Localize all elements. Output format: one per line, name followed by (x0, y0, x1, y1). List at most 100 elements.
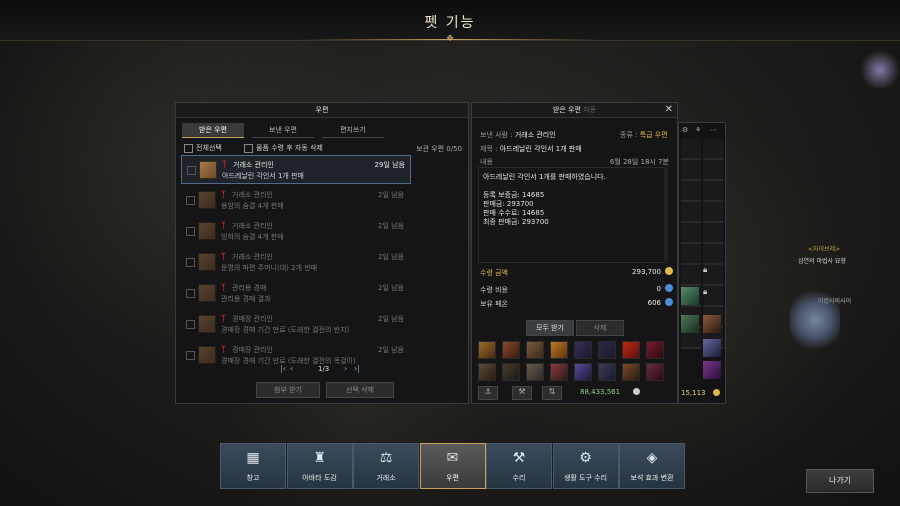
mail-sender: 거래소 관리인 (232, 191, 273, 199)
receive-cost-label: 수령 비용 (480, 286, 508, 294)
tab-write[interactable]: 편지쓰기 (322, 123, 384, 138)
mail-body-line: 아드레날린 각인서 1개를 판매하였습니다. (483, 173, 606, 181)
inventory-slot[interactable] (598, 363, 616, 381)
inventory-slot[interactable] (502, 341, 520, 359)
mail-list-item[interactable]: ᛉ 거래소 관리인 빙하의 숨결 4개 판매 2일 남음 (181, 217, 409, 244)
content-label: 내용 (480, 158, 493, 166)
select-all-checkbox[interactable]: 전체선택 (184, 143, 222, 153)
mail-subject: 아드레날린 각인서 1개 판매 (222, 172, 304, 180)
type-line: 종류 : 특급 우편 (620, 130, 668, 140)
mail-sender: 거래소 관리인 (232, 222, 273, 230)
exchange-button[interactable]: ⚖ 거래소 (353, 443, 419, 489)
mail-body-line: 판매 수수료: 14685 (483, 209, 545, 217)
inventory-slot[interactable] (703, 361, 721, 379)
checkbox-box[interactable] (244, 143, 253, 153)
next-page-icon[interactable]: › (344, 364, 347, 373)
inventory-slot[interactable] (681, 315, 699, 333)
hammer-icon[interactable]: ⚒ (512, 386, 532, 400)
tab-sent[interactable]: 보낸 우편 (252, 123, 314, 138)
type-label: 종류 : (620, 131, 638, 139)
mail-list-item[interactable]: ᛉ 거래소 관리인 용암의 숨결 4개 판매 2일 남음 (181, 186, 409, 213)
prev-page-icon[interactable]: ‹ (290, 364, 293, 373)
inventory-slot[interactable] (681, 287, 699, 305)
mail-item-checkbox[interactable] (186, 320, 195, 329)
mail-item-checkbox[interactable] (187, 166, 196, 175)
mail-item-checkbox[interactable] (186, 227, 195, 236)
avatar-icon: ♜ (313, 450, 326, 466)
storage-button[interactable]: ▦ 창고 (220, 443, 286, 489)
receive-attachments-button[interactable]: 첨부 받기 (256, 382, 320, 398)
inventory-slot[interactable] (478, 341, 496, 359)
inventory-slot[interactable] (646, 341, 664, 359)
nav-label: 거래소 (376, 474, 396, 482)
repair-button[interactable]: ⚒ 수리 (486, 443, 552, 489)
more-icon[interactable]: ⋯ (710, 126, 717, 134)
inventory-slot[interactable] (703, 339, 721, 357)
sender-label: 보낸 사람 : (480, 131, 513, 139)
unread-mark-icon: ᛉ (221, 221, 226, 230)
last-page-icon[interactable]: ›| (354, 364, 360, 373)
mail-list-item[interactable]: ᛉ 관리용 경매 관리용 경매 결과 2일 남음 (181, 279, 409, 306)
filter-icon[interactable]: ⚘ (695, 126, 701, 134)
lock-icon: 🔒︎ (703, 265, 708, 274)
mail-button[interactable]: ✉ 우편 (419, 443, 486, 489)
delete-selected-button[interactable]: 선택 삭제 (326, 382, 394, 398)
mail-days-left: 2일 남음 (378, 191, 404, 199)
delete-button[interactable]: 삭제 (576, 320, 624, 336)
auto-delete-label: 물품 수령 후 자동 삭제 (256, 144, 323, 152)
inventory-slot[interactable] (703, 315, 721, 333)
envelope-icon (198, 284, 216, 302)
lock-icon: 🔒︎ (703, 287, 708, 296)
nav-label: 생활 도구 수리 (563, 474, 608, 482)
mail-body-box: 아드레날린 각인서 1개를 판매하였습니다. 등록 보증금: 14685 판매금: … (478, 167, 668, 263)
inventory-slot[interactable] (574, 341, 592, 359)
mail-subject: 용암의 숨결 4개 판매 (221, 202, 284, 210)
mail-list-item[interactable]: ᛉ 경매장 관리인 경매장 경매 기간 만료 (도래한 결전의 목걸이) 2일 남음 (181, 341, 409, 368)
unread-mark-icon: ᛉ (222, 160, 227, 169)
inventory-slot[interactable] (622, 363, 640, 381)
receive-all-button[interactable]: 모두 받기 (526, 320, 574, 336)
inventory-slot[interactable] (550, 341, 568, 359)
inventory-slot[interactable] (646, 363, 664, 381)
inventory-slot[interactable] (598, 341, 616, 359)
first-page-icon[interactable]: |‹ (280, 364, 286, 373)
mail-subject: 빙하의 숨결 4개 판매 (221, 233, 284, 241)
mail-subject: 관리용 경매 결과 (221, 295, 271, 303)
inventory-slot[interactable] (502, 363, 520, 381)
world-creature (860, 50, 900, 90)
mail-days-left: 2일 남음 (378, 284, 404, 292)
mail-item-checkbox[interactable] (186, 258, 195, 267)
mail-list-item[interactable]: ᛉ 거래소 관리인 운명의 파편 주머니(대) 2개 판매 2일 남음 (181, 248, 409, 275)
anchor-icon[interactable]: ⚓ (478, 386, 498, 400)
close-icon[interactable]: ✕ (665, 104, 673, 115)
mail-item-checkbox[interactable] (186, 351, 195, 360)
mail-item-checkbox[interactable] (186, 196, 195, 205)
inventory-slot[interactable] (478, 363, 496, 381)
nav-label: 아바타 도감 (302, 474, 337, 482)
page-indicator: 1/3 (318, 365, 330, 373)
auto-delete-checkbox[interactable]: 물품 수령 후 자동 삭제 (244, 143, 323, 153)
exit-button[interactable]: 나가기 (806, 469, 874, 493)
envelope-icon (198, 222, 216, 240)
inventory-slot[interactable] (526, 363, 544, 381)
envelope-icon (198, 191, 216, 209)
gem-effect-convert-button[interactable]: ◈ 보석 효과 변환 (619, 443, 685, 489)
envelope-icon (198, 315, 216, 333)
inventory-slot[interactable] (622, 341, 640, 359)
npc-character[interactable] (790, 285, 840, 355)
avatar-collection-button[interactable]: ♜ 아바타 도감 (286, 443, 353, 489)
checkbox-box[interactable] (184, 143, 193, 153)
mail-list-item[interactable]: ᛉ 경매장 관리인 경매장 경매 기간 만료 (도래한 결전의 반지) 2일 남음 (181, 310, 409, 337)
inventory-slot[interactable] (526, 341, 544, 359)
inventory-slot[interactable] (574, 363, 592, 381)
mail-body-text: 아드레날린 각인서 1개를 판매하였습니다. 등록 보증금: 14685 판매금: … (479, 168, 667, 230)
body-scrollbar[interactable] (664, 167, 668, 261)
life-tool-repair-button[interactable]: ⚙ 생활 도구 수리 (552, 443, 619, 489)
sort-icon[interactable]: ⇅ (542, 386, 562, 400)
mail-list-item[interactable]: ᛉ 거래소 관리인 아드레날린 각인서 1개 판매 29일 남음 (181, 155, 411, 184)
tab-received[interactable]: 받은 우편 (182, 123, 244, 138)
settings-icon[interactable]: ⚙ (682, 126, 688, 134)
mail-detail-panel: 받은 우편 자동 ✕ 보낸 사람 : 거래소 관리인 종류 : 특급 우편 제목… (471, 102, 678, 404)
inventory-slot[interactable] (550, 363, 568, 381)
mail-item-checkbox[interactable] (186, 289, 195, 298)
